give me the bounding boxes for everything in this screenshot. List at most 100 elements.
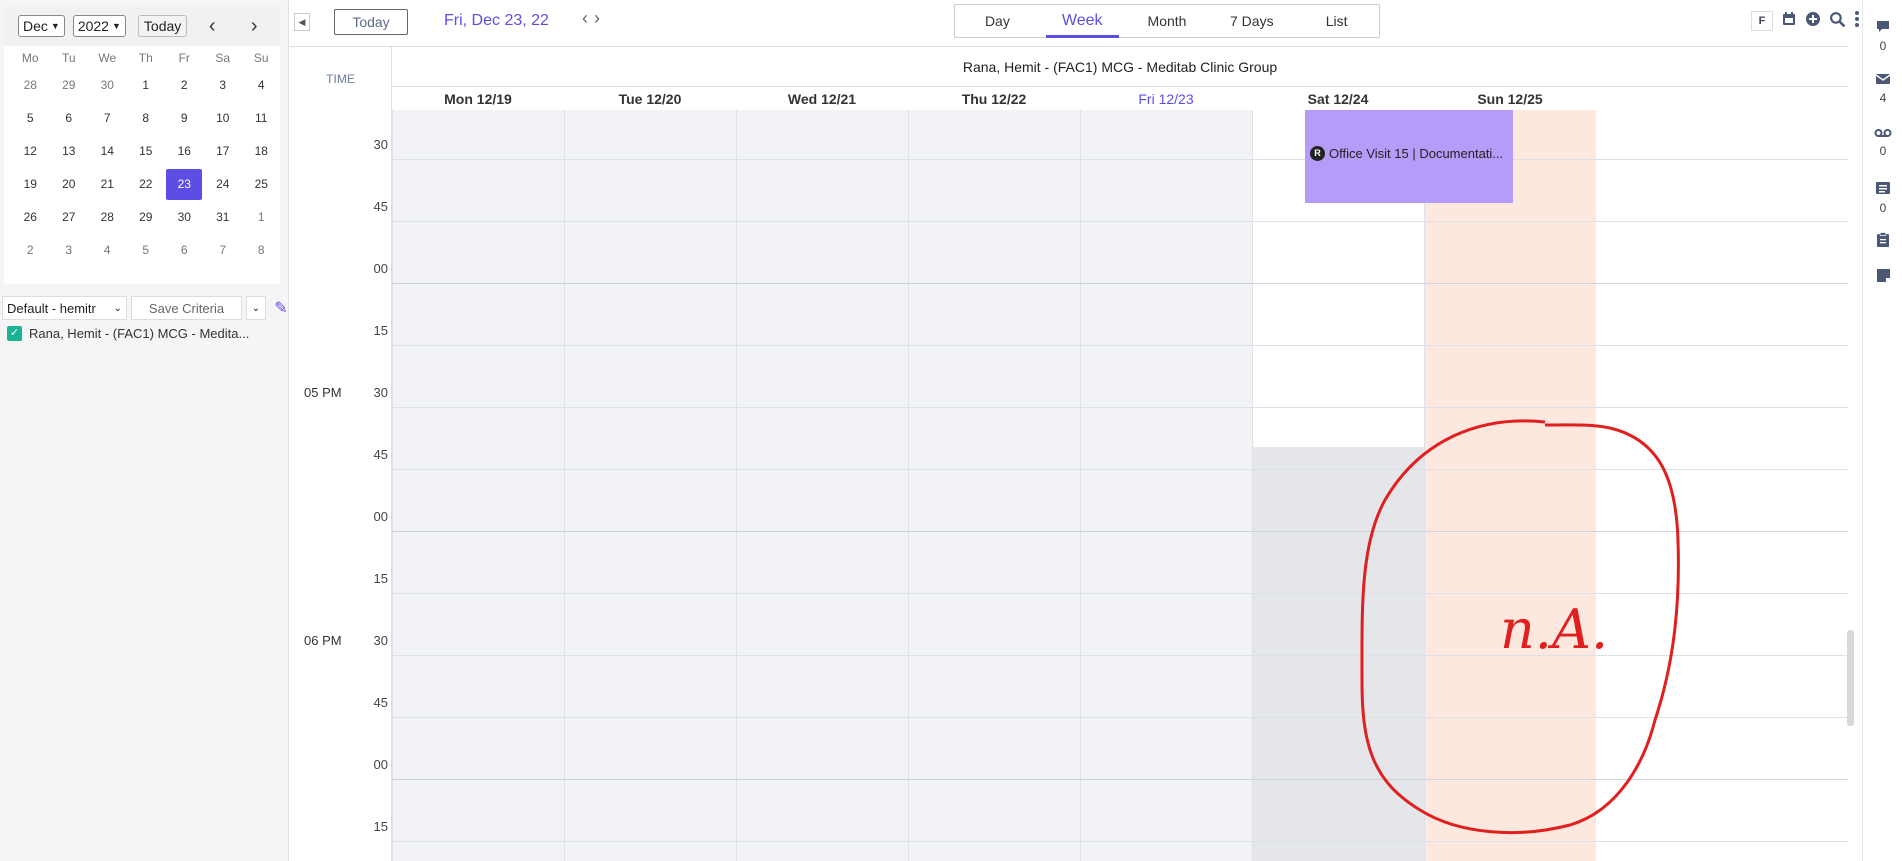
- mini-calendar-day[interactable]: 2: [11, 235, 50, 268]
- mini-calendar-day-selected[interactable]: 23: [165, 169, 204, 202]
- day-column[interactable]: [1252, 110, 1424, 861]
- mini-calendar-day[interactable]: 18: [242, 136, 281, 169]
- mini-calendar-day[interactable]: 15: [127, 136, 166, 169]
- mini-calendar-day[interactable]: 8: [127, 103, 166, 136]
- save-criteria-button[interactable]: Save Criteria: [131, 296, 242, 320]
- criteria-dropdown-button[interactable]: ⌄: [246, 296, 266, 320]
- slot-line: [392, 593, 1848, 594]
- day-column[interactable]: [908, 110, 1080, 861]
- mini-calendar-day[interactable]: 17: [204, 136, 243, 169]
- mini-next-month-icon[interactable]: ›: [237, 15, 271, 37]
- appointment-block[interactable]: R Office Visit 15 | Documentati...: [1305, 110, 1513, 203]
- mini-calendar-day[interactable]: 22: [127, 169, 166, 202]
- minute-label: 15: [373, 571, 388, 586]
- view-tab-week[interactable]: Week: [1040, 5, 1125, 38]
- mini-calendar-day[interactable]: 2: [165, 70, 204, 103]
- mini-calendar-day[interactable]: 14: [88, 136, 127, 169]
- mini-calendar-day[interactable]: 11: [242, 103, 281, 136]
- day-number: 8: [257, 243, 265, 257]
- mini-calendar-day[interactable]: 20: [50, 169, 89, 202]
- mini-calendar-day[interactable]: 4: [242, 70, 281, 103]
- view-tab-day[interactable]: Day: [955, 5, 1040, 37]
- minute-label: 30: [373, 633, 388, 648]
- mini-calendar-day[interactable]: 3: [204, 70, 243, 103]
- day-column[interactable]: [736, 110, 908, 861]
- search-icon[interactable]: [1829, 11, 1846, 32]
- month-select[interactable]: Dec ▼: [18, 15, 65, 37]
- day-column[interactable]: [392, 110, 564, 861]
- day-header[interactable]: Thu 12/22: [908, 88, 1080, 110]
- mini-today-button[interactable]: Today: [137, 15, 188, 37]
- mini-calendar-day[interactable]: 29: [50, 70, 89, 103]
- mini-calendar-day[interactable]: 9: [165, 103, 204, 136]
- mini-calendar-day[interactable]: 29: [127, 202, 166, 235]
- day-header[interactable]: Tue 12/20: [564, 88, 736, 110]
- weekday-label: Sa: [215, 51, 231, 65]
- mini-calendar-day[interactable]: 10: [204, 103, 243, 136]
- collapse-sidebar-icon[interactable]: ◀: [294, 13, 310, 31]
- criteria-select[interactable]: Default - hemitr ⌄: [2, 296, 127, 320]
- mini-calendar-day[interactable]: 25: [242, 169, 281, 202]
- mini-calendar-day[interactable]: 31: [204, 202, 243, 235]
- mini-calendar-day[interactable]: 24: [204, 169, 243, 202]
- vertical-scrollbar-thumb[interactable]: [1847, 630, 1854, 726]
- rail-item[interactable]: 0: [1863, 180, 1902, 215]
- mini-calendar-day[interactable]: 26: [11, 202, 50, 235]
- rail-item[interactable]: 0: [1863, 18, 1902, 53]
- mini-calendar-day[interactable]: 28: [88, 202, 127, 235]
- day-header[interactable]: Wed 12/21: [736, 88, 908, 110]
- mini-calendar-day[interactable]: 8: [242, 235, 281, 268]
- today-button[interactable]: Today: [334, 9, 408, 35]
- mini-calendar-day[interactable]: 7: [204, 235, 243, 268]
- mini-calendar-day[interactable]: 30: [165, 202, 204, 235]
- minute-label: 15: [373, 323, 388, 338]
- mini-calendar-day[interactable]: 27: [50, 202, 89, 235]
- more-vertical-icon[interactable]: [1854, 10, 1860, 32]
- time-column: 304500153005 PM4500153006 PM4500153007 P…: [290, 110, 392, 861]
- day-number: 16: [177, 144, 191, 158]
- add-circle-icon[interactable]: [1805, 11, 1821, 31]
- day-header[interactable]: Mon 12/19: [392, 88, 564, 110]
- mini-prev-month-icon[interactable]: ‹: [195, 15, 229, 37]
- mini-calendar-day[interactable]: 21: [88, 169, 127, 202]
- day-column[interactable]: [1080, 110, 1252, 861]
- mini-calendar-day[interactable]: 19: [11, 169, 50, 202]
- mini-calendar-day[interactable]: 30: [88, 70, 127, 103]
- current-date-label[interactable]: Fri, Dec 23, 22: [444, 12, 549, 30]
- mini-calendar-day[interactable]: 6: [165, 235, 204, 268]
- mini-calendar-day[interactable]: 1: [127, 70, 166, 103]
- day-column[interactable]: [1424, 110, 1596, 861]
- provider-filter-item[interactable]: ✓ Rana, Hemit - (FAC1) MCG - Medita...: [7, 326, 249, 341]
- day-column[interactable]: [564, 110, 736, 861]
- rail-item[interactable]: [1863, 232, 1902, 253]
- rail-item[interactable]: [1863, 268, 1902, 288]
- view-tab-list[interactable]: List: [1294, 5, 1379, 37]
- scheduler-app: { "mini_calendar": { "month": "Dec", "ye…: [0, 0, 1902, 861]
- mini-calendar-day[interactable]: 4: [88, 235, 127, 268]
- rail-item[interactable]: 4: [1863, 72, 1902, 105]
- calendar-icon[interactable]: [1781, 11, 1797, 31]
- provider-checkbox[interactable]: ✓: [7, 326, 22, 341]
- year-select[interactable]: 2022 ▼: [72, 15, 126, 37]
- day-header[interactable]: Sat 12/24: [1252, 88, 1424, 110]
- prev-week-icon[interactable]: ‹: [582, 8, 594, 28]
- f-filter-button[interactable]: F: [1751, 11, 1773, 31]
- mini-calendar-day[interactable]: 16: [165, 136, 204, 169]
- day-number: 10: [216, 111, 230, 125]
- mini-calendar-day[interactable]: 7: [88, 103, 127, 136]
- rail-item[interactable]: 0: [1863, 126, 1902, 158]
- view-tab-month[interactable]: Month: [1125, 5, 1210, 37]
- mini-calendar-day[interactable]: 1: [242, 202, 281, 235]
- mini-calendar-day[interactable]: 12: [11, 136, 50, 169]
- mini-calendar-day[interactable]: 5: [127, 235, 166, 268]
- mini-calendar-day[interactable]: 6: [50, 103, 89, 136]
- mini-calendar-day[interactable]: 5: [11, 103, 50, 136]
- view-tab-7-days[interactable]: 7 Days: [1209, 5, 1294, 37]
- mini-calendar-day[interactable]: 28: [11, 70, 50, 103]
- day-header[interactable]: Fri 12/23: [1080, 88, 1252, 110]
- day-header[interactable]: Sun 12/25: [1424, 88, 1596, 110]
- mini-calendar-day[interactable]: 13: [50, 136, 89, 169]
- next-week-icon[interactable]: ›: [594, 8, 606, 28]
- edit-criteria-icon[interactable]: ✎: [270, 296, 292, 320]
- mini-calendar-day[interactable]: 3: [50, 235, 89, 268]
